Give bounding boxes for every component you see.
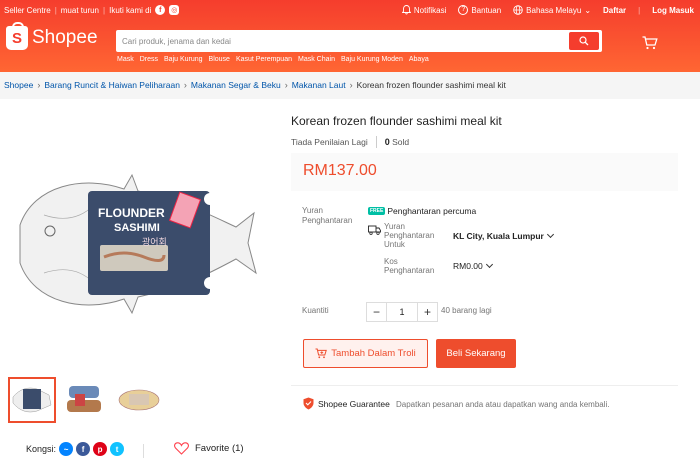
breadcrumb: Shopee › Barang Runcit & Haiwan Pelihara… bbox=[4, 80, 506, 90]
download-link[interactable]: muat turun bbox=[61, 6, 99, 15]
suggestion-link[interactable]: Baju Kurung Moden bbox=[341, 56, 403, 63]
language-selector[interactable]: Bahasa Melayu ⌄ bbox=[513, 5, 591, 15]
buy-now-button[interactable]: Beli Sekarang bbox=[436, 339, 516, 368]
quantity-input[interactable]: 1 bbox=[387, 303, 417, 321]
messenger-icon[interactable]: ~ bbox=[59, 442, 74, 456]
suggestion-link[interactable]: Blouse bbox=[209, 56, 230, 63]
truck-icon bbox=[368, 222, 381, 240]
add-to-cart-button[interactable]: Tambah Dalam Troli bbox=[303, 339, 428, 368]
login-link[interactable]: Log Masuk bbox=[652, 6, 694, 15]
chevron-down-icon: ⌄ bbox=[584, 5, 592, 15]
suggestion-link[interactable]: Kasut Perempuan bbox=[236, 56, 292, 63]
breadcrumb-link[interactable]: Shopee bbox=[4, 80, 33, 90]
product-main-image[interactable]: FLOUNDER SASHIMI 광어회 bbox=[14, 165, 274, 320]
product-price: RM137.00 bbox=[303, 162, 377, 179]
breadcrumb-link[interactable]: Barang Runcit & Haiwan Peliharaan bbox=[44, 80, 180, 90]
chevron-down-icon bbox=[546, 230, 554, 239]
free-shipping: FREE Penghantaran percuma bbox=[368, 206, 477, 216]
chevron-right-icon: › bbox=[37, 80, 41, 90]
breadcrumb-link[interactable]: Makanan Laut bbox=[292, 80, 346, 90]
header: Seller Centre | muat turun | Ikuti kami … bbox=[0, 0, 700, 72]
free-shipping-icon: FREE bbox=[368, 207, 386, 215]
suggestion-link[interactable]: Mask Chain bbox=[298, 56, 335, 63]
sold-count: 0 bbox=[384, 137, 390, 147]
share-row: Kongsi: ~ f p t bbox=[26, 442, 125, 456]
globe-icon bbox=[513, 5, 523, 15]
register-link[interactable]: Daftar bbox=[603, 6, 626, 15]
ship-to-label: Yuran Penghantaran Untuk bbox=[384, 222, 435, 249]
search-bar bbox=[116, 30, 602, 52]
product-title: Korean frozen flounder sashimi meal kit bbox=[291, 114, 502, 128]
thumbnail[interactable] bbox=[8, 377, 56, 423]
search-button[interactable] bbox=[569, 32, 599, 50]
divider bbox=[143, 444, 144, 458]
cart-button[interactable] bbox=[642, 36, 658, 55]
instagram-icon[interactable]: ◎ bbox=[169, 5, 180, 15]
heart-icon bbox=[174, 442, 189, 455]
notifications-link[interactable]: Notifikasi bbox=[401, 5, 446, 15]
package-label: FLOUNDER bbox=[98, 206, 165, 220]
chevron-right-icon: › bbox=[183, 80, 187, 90]
ratings-text[interactable]: Tiada Penilaian Lagi bbox=[291, 137, 368, 147]
help-icon: ? bbox=[458, 5, 469, 15]
suggestion-link[interactable]: Mask bbox=[117, 56, 134, 63]
ratings-row: Tiada Penilaian Lagi 0 Sold bbox=[291, 136, 409, 148]
thumbnail-strip bbox=[8, 377, 164, 423]
stock-available: 40 barang lagi bbox=[441, 306, 492, 315]
shopee-logo[interactable]: S Shopee bbox=[6, 22, 98, 50]
shopee-guarantee[interactable]: Shopee Guarantee bbox=[303, 397, 390, 410]
package-label: SASHIMI bbox=[114, 222, 160, 234]
chevron-right-icon: › bbox=[284, 80, 288, 90]
ship-to-selector[interactable]: KL City, Kuala Lumpur bbox=[453, 230, 554, 241]
follow-label: Ikuti kami di bbox=[109, 5, 152, 15]
breadcrumb-current: Korean frozen flounder sashimi meal kit bbox=[356, 80, 506, 90]
search-icon bbox=[579, 36, 589, 46]
search-suggestions: Mask Dress Baju Kurung Blouse Kasut Pere… bbox=[117, 56, 429, 63]
seller-centre-link[interactable]: Seller Centre bbox=[4, 6, 51, 15]
shopping-bag-icon: S bbox=[6, 22, 28, 50]
breadcrumb-link[interactable]: Makanan Segar & Beku bbox=[191, 80, 281, 90]
sold-label: Sold bbox=[392, 137, 410, 147]
shipping-cost-label: Kos Penghantaran bbox=[384, 257, 435, 275]
guarantee-description: Dapatkan pesanan anda atau dapatkan wang… bbox=[396, 400, 610, 409]
quantity-stepper: − 1 + bbox=[366, 302, 438, 322]
shipping-cost-selector[interactable]: RM0.00 bbox=[453, 260, 493, 271]
help-link[interactable]: ? Bantuan bbox=[458, 5, 501, 15]
divider bbox=[291, 385, 678, 386]
chevron-down-icon bbox=[485, 260, 493, 269]
pinterest-icon[interactable]: p bbox=[93, 442, 108, 456]
bell-icon bbox=[401, 5, 411, 15]
facebook-icon[interactable]: f bbox=[76, 442, 91, 456]
decrease-quantity-button[interactable]: − bbox=[367, 303, 387, 321]
package-label-korean: 광어회 bbox=[142, 236, 167, 248]
thumbnail[interactable] bbox=[116, 377, 164, 423]
thumbnail[interactable] bbox=[62, 377, 110, 423]
twitter-icon[interactable]: t bbox=[110, 442, 125, 456]
facebook-icon[interactable]: f bbox=[155, 5, 166, 15]
chevron-right-icon: › bbox=[349, 80, 353, 90]
favorite-button[interactable]: Favorite (1) bbox=[174, 442, 244, 455]
cart-icon bbox=[642, 36, 658, 50]
quantity-label: Kuantiti bbox=[302, 306, 329, 315]
suggestion-link[interactable]: Dress bbox=[140, 56, 158, 63]
cart-icon bbox=[315, 348, 328, 359]
price-box: RM137.00 bbox=[291, 153, 678, 191]
suggestion-link[interactable]: Abaya bbox=[409, 56, 429, 63]
search-input[interactable] bbox=[122, 33, 562, 49]
share-label: Kongsi: bbox=[26, 444, 57, 454]
suggestion-link[interactable]: Baju Kurung bbox=[164, 56, 203, 63]
increase-quantity-button[interactable]: + bbox=[417, 303, 437, 321]
top-bar: Seller Centre | muat turun | Ikuti kami … bbox=[4, 5, 694, 15]
shipping-label: Yuran Penghantaran bbox=[302, 206, 353, 225]
shield-icon bbox=[303, 397, 314, 410]
